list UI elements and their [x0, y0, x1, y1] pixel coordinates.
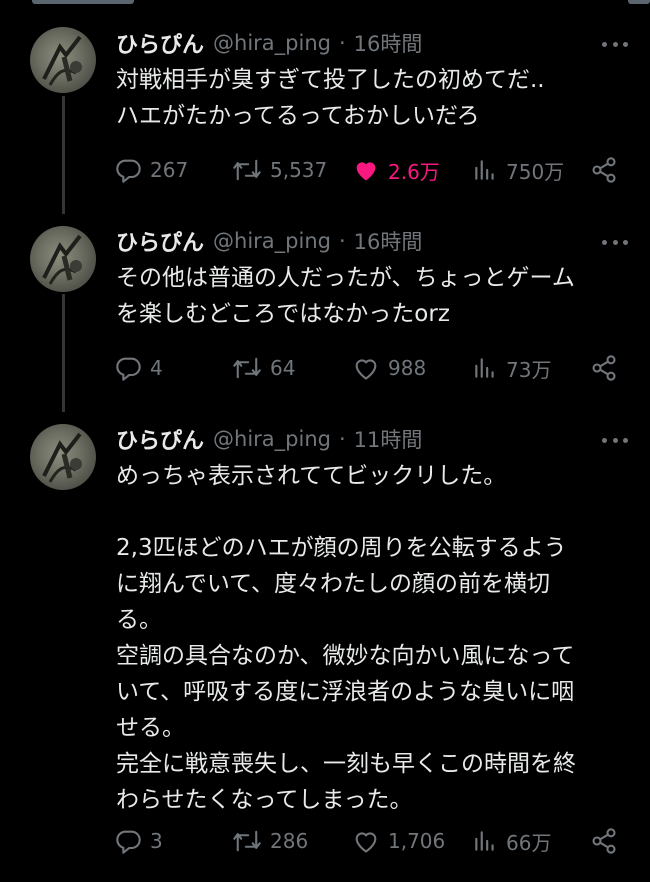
more-icon[interactable]: [602, 436, 628, 444]
share-button[interactable]: [590, 348, 618, 388]
retweet-icon: [233, 159, 261, 181]
heart-icon: [355, 832, 377, 853]
retweet-icon: [233, 357, 261, 379]
views-icon: [475, 831, 494, 851]
avatar[interactable]: [30, 226, 96, 292]
avatar-art: [42, 234, 82, 285]
tweet-text: その他は普通の人だったが、ちょっとゲーム を楽しむどころではなかったorz: [116, 265, 575, 327]
like-button[interactable]: 2.6万: [352, 150, 440, 190]
reply-icon: [116, 357, 141, 381]
retweet-count: 5,537: [270, 158, 328, 182]
top-indicator-right: [628, 0, 650, 4]
like-button[interactable]: 988: [352, 348, 426, 388]
reply-count: 267: [150, 158, 189, 182]
tweet-time[interactable]: 11時間: [354, 424, 423, 454]
like-button[interactable]: 1,706: [352, 821, 445, 861]
retweet-count: 64: [270, 356, 296, 380]
reply-icon: [116, 830, 141, 854]
retweet-button[interactable]: 286: [232, 821, 308, 861]
more-icon[interactable]: [602, 238, 628, 246]
reply-button[interactable]: 3: [114, 821, 163, 861]
retweet-button[interactable]: 64: [232, 348, 295, 388]
top-indicator-left: [32, 0, 134, 4]
avatar[interactable]: [30, 424, 96, 490]
tweet-header: ひらぴん @hira_ping · 16時間: [116, 225, 422, 257]
avatar[interactable]: [30, 27, 96, 93]
heart-icon: [355, 359, 377, 380]
tweet-actions: 3 286 1,706 66万: [0, 821, 650, 861]
author-handle[interactable]: @hira_ping: [213, 229, 331, 253]
views-count: 750万: [506, 159, 565, 184]
retweet-icon: [233, 830, 261, 852]
tweet-text: 対戦相手が臭すぎて投了したの初めてだ.. ハエがたかってるっておかしいだろ: [116, 67, 545, 129]
author-handle[interactable]: @hira_ping: [213, 427, 331, 451]
separator-dot: ·: [338, 31, 346, 55]
share-icon: [592, 828, 616, 854]
tweet-actions: 267 5,537 2.6万 750万: [0, 150, 650, 190]
tweet-header: ひらぴん @hira_ping · 16時間: [116, 27, 422, 59]
like-count: 2.6万: [388, 159, 440, 184]
heart-icon: [356, 162, 376, 181]
like-count: 1,706: [388, 829, 446, 853]
views-button[interactable]: 750万: [472, 150, 564, 190]
reply-button[interactable]: 267: [114, 150, 188, 190]
reply-count: 3: [150, 829, 163, 853]
views-icon: [475, 160, 494, 180]
views-count: 66万: [506, 830, 552, 855]
views-icon: [475, 358, 494, 378]
retweet-button[interactable]: 5,537: [232, 150, 327, 190]
share-icon: [592, 355, 616, 381]
separator-dot: ·: [338, 229, 346, 253]
reply-button[interactable]: 4: [114, 348, 163, 388]
author-name[interactable]: ひらぴん: [116, 225, 204, 257]
views-button[interactable]: 73万: [472, 348, 551, 388]
author-name[interactable]: ひらぴん: [116, 27, 204, 59]
tweet-actions: 4 64 988 73万: [0, 348, 650, 388]
tweet-time[interactable]: 16時間: [354, 28, 423, 58]
reply-count: 4: [150, 356, 163, 380]
tweet-time[interactable]: 16時間: [354, 226, 423, 256]
avatar-art: [42, 35, 82, 86]
views-button[interactable]: 66万: [472, 821, 551, 861]
views-count: 73万: [506, 357, 552, 382]
retweet-count: 286: [270, 829, 309, 853]
tweet-text: めっちゃ表示されててビックリした。 2,3匹ほどのハエが顔の周りを公転するよう …: [116, 463, 576, 813]
author-name[interactable]: ひらぴん: [116, 423, 204, 455]
author-handle[interactable]: @hira_ping: [213, 31, 331, 55]
more-icon[interactable]: [602, 40, 628, 48]
like-count: 988: [388, 356, 427, 380]
tweet-header: ひらぴん @hira_ping · 11時間: [116, 423, 422, 455]
top-scroll-indicator: [0, 0, 650, 6]
separator-dot: ·: [338, 427, 346, 451]
avatar-art: [42, 432, 82, 483]
share-icon: [592, 157, 616, 183]
share-button[interactable]: [590, 150, 618, 190]
reply-icon: [116, 159, 141, 183]
share-button[interactable]: [590, 821, 618, 861]
